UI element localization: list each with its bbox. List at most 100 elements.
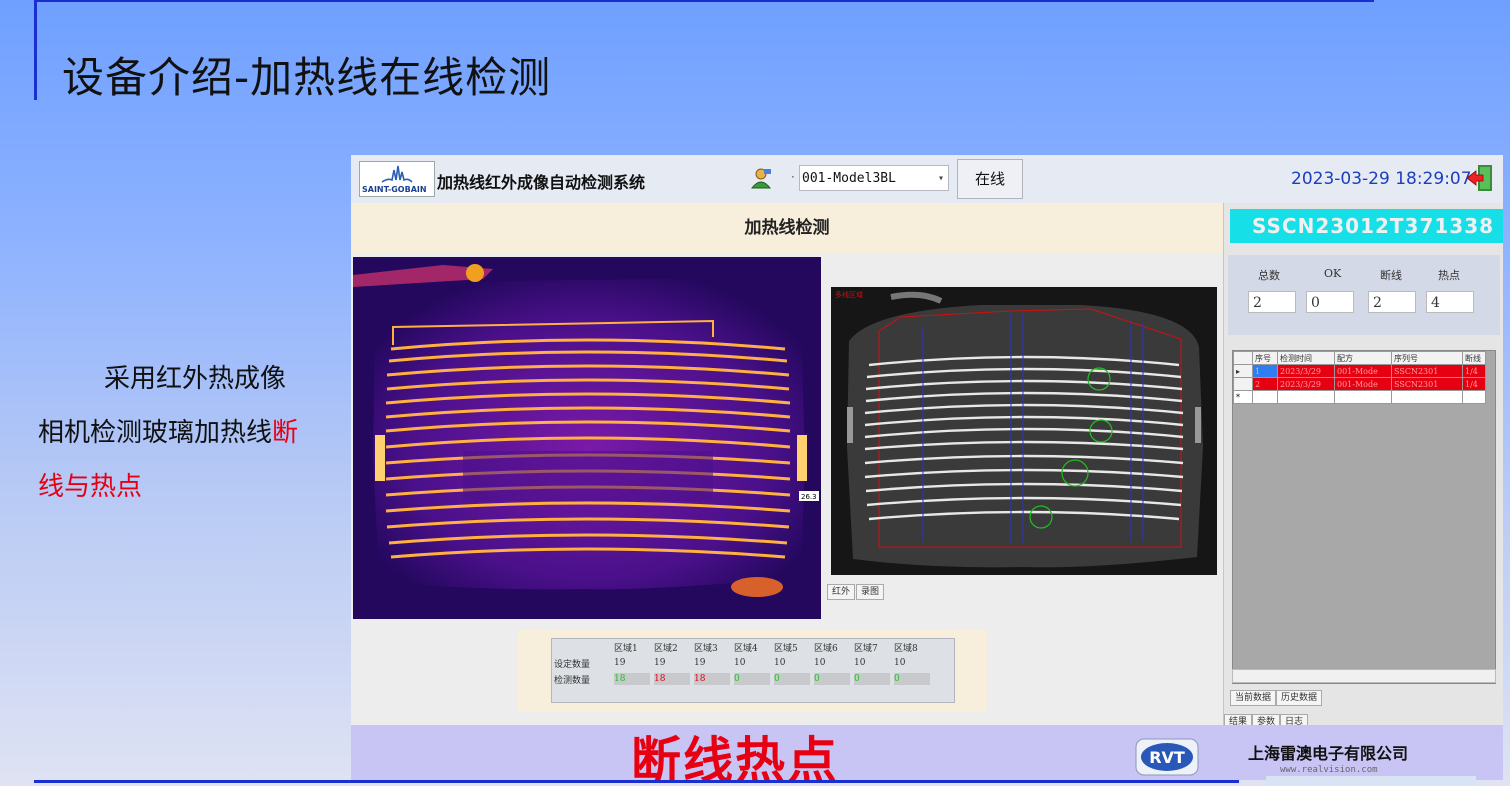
grid-cell: 2	[1252, 377, 1278, 391]
stat-label-broken: 断线	[1380, 269, 1402, 282]
grid-horizontal-scrollbar[interactable]	[1232, 669, 1496, 683]
data-tabs: 当前数据 历史数据	[1230, 685, 1323, 706]
grid-cell: 1	[1252, 364, 1278, 378]
bottom-divider	[34, 780, 1239, 783]
zone-header: 区域8	[894, 643, 918, 654]
set-count-row: 设定数量 19 19 19 10 10 10 10 10	[552, 655, 932, 671]
zone-header: 区域7	[854, 643, 878, 654]
zone-header: 区域4	[734, 643, 758, 654]
grid-header: 配方	[1334, 351, 1392, 365]
stat-label-hotspot: 热点	[1438, 269, 1460, 282]
grid-cell: 1/4	[1462, 364, 1486, 378]
title-accent-bar	[34, 0, 37, 100]
separator-dot: ·	[791, 170, 795, 184]
grayscale-image-svg: 多线区域	[831, 287, 1217, 575]
detected-count-value: 0	[894, 673, 930, 685]
stat-value-broken: 2	[1368, 291, 1416, 313]
app-title: 加热线红外成像自动检测系统	[437, 173, 646, 192]
inspection-app-window: SAINT-GOBAIN 加热线红外成像自动检测系统 · 001-Model3B…	[351, 155, 1503, 780]
infrared-thermal-image: 26.3	[353, 257, 821, 619]
detected-count-value: 0	[774, 673, 810, 685]
slide-title: 设备介绍-加热线在线检测	[62, 53, 552, 102]
image-view-tabs: 红外 录图	[827, 579, 885, 600]
stat-value-total: 2	[1248, 291, 1296, 313]
description-text: 采用红外热成像相机检测玻璃加热线	[38, 364, 287, 448]
detected-count-value: 18	[654, 673, 690, 685]
results-side-pane: SSCN23012T371338 总数 OK 断线 热点 2 0 2 4 序号 …	[1223, 203, 1503, 730]
company-name: 上海雷澳电子有限公司	[1248, 744, 1409, 763]
grid-cell: 1/4	[1462, 377, 1486, 391]
zone-header: 区域2	[654, 643, 678, 654]
set-count-value: 19	[654, 658, 666, 668]
saint-gobain-logo: SAINT-GOBAIN	[359, 161, 435, 197]
grid-cell: 2023/3/29	[1277, 364, 1335, 378]
tab-current-data[interactable]: 当前数据	[1230, 690, 1277, 706]
corner-logo-strip	[1266, 776, 1476, 786]
overlay-label: 多线区域	[835, 290, 863, 299]
logo-mark-icon	[381, 165, 413, 183]
tab-recorded[interactable]: 录图	[856, 584, 885, 600]
set-count-value: 10	[814, 658, 826, 668]
app-toolbar: SAINT-GOBAIN 加热线红外成像自动检测系统 · 001-Model3B…	[351, 155, 1503, 204]
grid-cell: 001-Mode	[1334, 377, 1392, 391]
table-row[interactable]: 2 2023/3/29 001-Mode SSCN2301 1/4	[1233, 377, 1486, 391]
zone-count-table: 区域1 区域2 区域3 区域4 区域5 区域6 区域7 区域8 设定数量 19 …	[551, 638, 955, 703]
chevron-down-icon: ▾	[937, 173, 944, 184]
grid-header: 序列号	[1391, 351, 1463, 365]
set-count-label: 设定数量	[554, 659, 591, 670]
detected-count-value: 18	[614, 673, 650, 685]
detected-count-value: 0	[734, 673, 770, 685]
logo-text: SAINT-GOBAIN	[362, 185, 427, 194]
table-row[interactable]: ▸ 1 2023/3/29 001-Mode SSCN2301 1/4	[1233, 364, 1486, 378]
zone-header: 区域1	[614, 643, 638, 654]
rvt-logo: RVT	[1135, 738, 1199, 776]
serial-number-display: SSCN23012T371338	[1230, 209, 1503, 243]
tab-history-data[interactable]: 历史数据	[1276, 690, 1323, 706]
online-button[interactable]: 在线	[957, 159, 1023, 199]
model-select[interactable]: 001-Model3BL ▾	[799, 165, 949, 191]
set-count-value: 10	[854, 658, 866, 668]
grid-cell: SSCN2301	[1391, 364, 1463, 378]
user-icon[interactable]	[749, 167, 773, 189]
grid-cell: 2023/3/29	[1277, 377, 1335, 391]
detected-count-value: 0	[814, 673, 850, 685]
processed-grayscale-image: 多线区域	[831, 287, 1217, 575]
stat-value-hotspot: 4	[1426, 291, 1474, 313]
grid-cell: 001-Mode	[1334, 364, 1392, 378]
detected-count-value: 0	[854, 673, 890, 685]
stat-value-ok: 0	[1306, 291, 1354, 313]
stat-label-total: 总数	[1258, 269, 1280, 282]
slide-description: 采用红外热成像相机检测玻璃加热线断线与热点	[38, 352, 308, 514]
tab-infrared[interactable]: 红外	[827, 584, 856, 600]
detected-count-label: 检测数量	[554, 675, 591, 686]
datetime-display: 2023-03-29 18:29:07	[1291, 169, 1472, 189]
alarm-banner-text: 断线热点	[631, 732, 839, 780]
temperature-tag: 26.3	[801, 493, 817, 501]
grid-header: 断线	[1462, 351, 1486, 365]
zone-count-panel: 区域1 区域2 区域3 区域4 区域5 区域6 区域7 区域8 设定数量 19 …	[517, 630, 987, 712]
grid-header: 序号	[1252, 351, 1278, 365]
rvt-logo-text: RVT	[1149, 748, 1185, 767]
stat-label-ok: OK	[1324, 267, 1342, 280]
thermal-image-svg: 26.3	[353, 257, 821, 619]
grid-header: 检测时间	[1277, 351, 1335, 365]
top-divider	[34, 0, 1374, 2]
set-count-value: 19	[694, 658, 706, 668]
detected-count-value: 18	[694, 673, 730, 685]
grid-header-row: 序号 检测时间 配方 序列号 断线	[1233, 351, 1486, 365]
inspection-center-pane: 加热线检测 26.3 多线区域 红外 录图 区域1 区域2 区域3 区域4 区域…	[351, 203, 1223, 780]
company-website: www.realvision.com	[1280, 765, 1378, 775]
results-grid: 序号 检测时间 配方 序列号 断线 ▸ 1 2023/3/29 001-Mode…	[1232, 350, 1496, 684]
stats-panel: 总数 OK 断线 热点 2 0 2 4	[1228, 255, 1500, 335]
new-row[interactable]: *	[1233, 390, 1486, 404]
set-count-value: 10	[894, 658, 906, 668]
zone-header: 区域5	[774, 643, 798, 654]
set-count-value: 10	[734, 658, 746, 668]
new-row-icon: *	[1233, 390, 1253, 404]
section-title: 加热线检测	[351, 203, 1223, 253]
set-count-value: 10	[774, 658, 786, 668]
zone-header: 区域3	[694, 643, 718, 654]
model-select-value: 001-Model3BL	[802, 171, 896, 186]
exit-icon[interactable]	[1465, 163, 1495, 193]
detected-count-row: 检测数量 18 18 18 0 0 0 0 0	[552, 671, 932, 687]
